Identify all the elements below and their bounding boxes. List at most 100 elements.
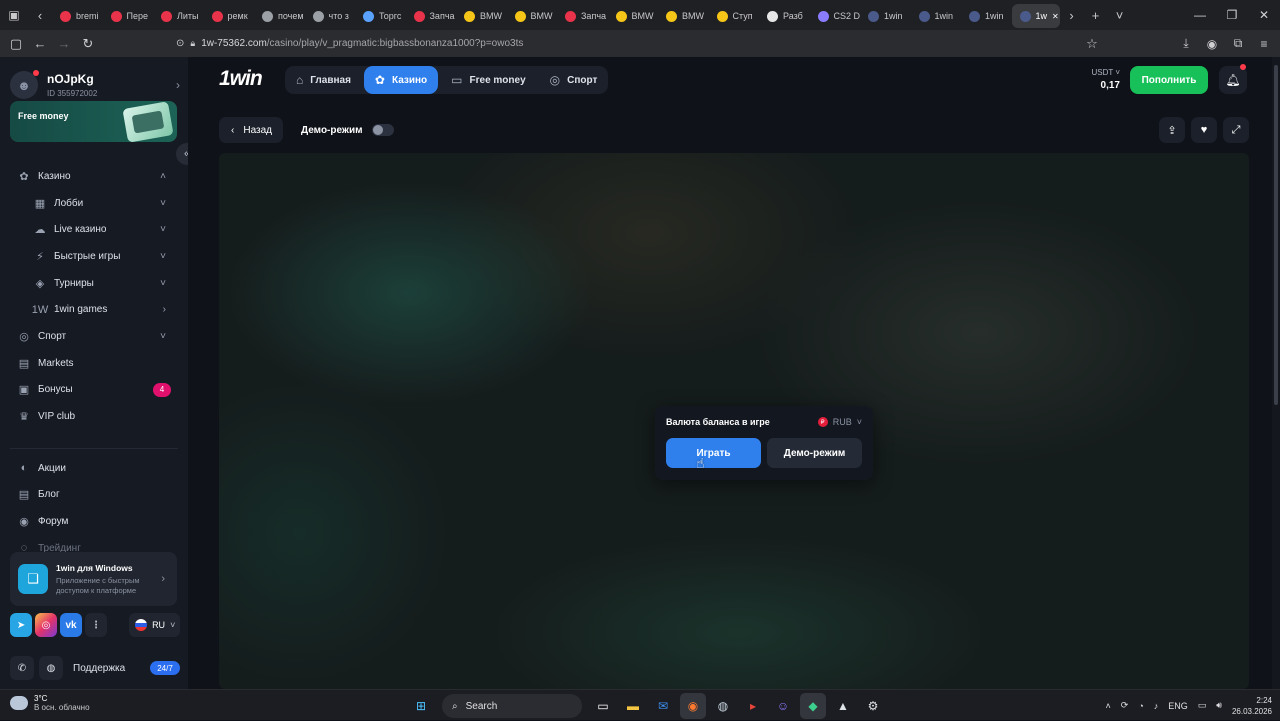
notifications-button[interactable]: 🔔︎ (1219, 64, 1247, 94)
settings-icon[interactable]: ⚙ (860, 693, 886, 719)
steam-icon[interactable]: ◍ (710, 693, 736, 719)
sidebar-toggle-icon[interactable]: ▢ (4, 30, 28, 57)
sidebar-item[interactable]: ▤ Markets (0, 350, 188, 377)
mail-icon[interactable]: ✉ (650, 693, 676, 719)
brand-logo[interactable]: 1win (219, 67, 263, 91)
browser-tab[interactable]: BMW (456, 4, 507, 28)
sidebar-item[interactable]: ✿ Казино ˄ (0, 163, 188, 190)
app-icon[interactable]: ◆ (800, 693, 826, 719)
chevron-icon[interactable]: ˅ (160, 331, 166, 342)
nav-tab[interactable]: ✿ Казино (363, 66, 439, 94)
sidebar-item[interactable]: ▦ Лобби ˅ (0, 190, 188, 217)
fullscreen-icon[interactable]: ⤢ (1223, 117, 1249, 143)
browser-tab[interactable]: 1win (961, 4, 1012, 28)
taskbar-search[interactable]: ⌕ Search (442, 694, 582, 718)
reload-icon[interactable]: ↻ (76, 30, 100, 57)
microphone-icon[interactable]: ♪ (1154, 701, 1159, 711)
tab-scroll-left-icon[interactable]: ‹ (28, 0, 52, 30)
demo-button[interactable]: Демо-режим (767, 438, 862, 468)
nav-tab[interactable]: ◎ Спорт (539, 66, 609, 94)
browser-tab[interactable]: 1w ✕ (1011, 4, 1060, 28)
browser-tab[interactable]: Торгс (355, 4, 406, 28)
nav-tab[interactable]: ⌂ Главная (285, 66, 362, 94)
browser-tab[interactable]: Пере (103, 4, 154, 28)
page-scrollbar[interactable] (1272, 57, 1280, 689)
telegram-icon[interactable]: ➤ (10, 613, 33, 637)
browser-tab[interactable]: Запча (406, 4, 457, 28)
discord-icon[interactable]: ☺ (770, 693, 796, 719)
browser-tab[interactable]: Разб (759, 4, 810, 28)
start-icon[interactable]: ⊞ (408, 693, 434, 719)
more-icon[interactable]: ⋮ (85, 613, 108, 637)
sidebar-item[interactable]: ▤ Блог (0, 482, 188, 509)
share-icon[interactable]: ⇪ (1159, 117, 1185, 143)
browser-menu-icon[interactable]: ≡ (1254, 30, 1274, 57)
weather-widget[interactable]: 3°C В осн. облачно (10, 694, 90, 712)
browser-tab[interactable]: Ступ (709, 4, 760, 28)
chevron-icon[interactable]: ˅ (160, 224, 166, 235)
tab-list-button[interactable]: ˅ (1108, 0, 1132, 30)
browser-tab[interactable]: 1win (911, 4, 962, 28)
downloads-icon[interactable]: ⤓ (1176, 30, 1196, 57)
chevron-icon[interactable]: ˅ (160, 251, 166, 262)
profile-icon[interactable]: ◉ (1202, 30, 1222, 57)
keyboard-language[interactable]: ENG (1168, 701, 1188, 711)
language-selector[interactable]: RU ˅ (129, 613, 180, 637)
wallet-balance[interactable]: USDT ˅ 0,17 (1084, 68, 1120, 91)
maximize-icon[interactable]: ❐ (1216, 0, 1248, 30)
chevron-up-icon[interactable]: ˄ (1106, 701, 1111, 711)
network-icon[interactable]: ◔ (1138, 701, 1143, 711)
free-money-banner[interactable]: Free money (10, 101, 177, 142)
game-frame[interactable]: Валюта баланса в игре ₽ RUB ˅ Играть Дем… (219, 153, 1249, 689)
phone-icon[interactable]: ✆ (10, 656, 34, 680)
support-row[interactable]: ✆ ◍ Поддержка 24/7 (10, 655, 180, 681)
currency-select[interactable]: ₽ RUB ˅ (817, 417, 862, 427)
bookmark-star-icon[interactable]: ☆ (1082, 30, 1102, 57)
terminal-icon[interactable]: ▸ (740, 693, 766, 719)
minimize-icon[interactable]: — (1184, 0, 1216, 30)
back-button[interactable]: ‹ Назад (219, 117, 283, 143)
url-field[interactable]: ⊙ 🔒︎ 1w-75362.com/casino/play/v_pragmati… (176, 33, 1106, 54)
deposit-button[interactable]: Пополнить (1130, 66, 1208, 94)
browser-tab[interactable]: BMW (658, 4, 709, 28)
sidebar-item[interactable]: ♛ VIP club (0, 403, 188, 430)
window-menu-icon[interactable]: ▣ (0, 0, 28, 30)
vpn-icon[interactable]: ▲ (830, 693, 856, 719)
browser-tab[interactable]: почем (254, 4, 305, 28)
browser-tab[interactable]: 1win (860, 4, 911, 28)
display-icon[interactable]: ▭ (1198, 700, 1207, 711)
forward-icon[interactable]: → (52, 30, 76, 57)
firefox-icon[interactable]: ◉ (680, 693, 706, 719)
site-info-icon[interactable]: ⊙ (176, 38, 184, 49)
browser-tab[interactable]: CS2 D (810, 4, 860, 28)
browser-tab[interactable]: Запча (557, 4, 608, 28)
volume-icon[interactable]: 🔊︎ (1216, 700, 1222, 711)
sidebar-item[interactable]: 1W 1win games › (0, 296, 188, 323)
file-explorer-icon[interactable]: ▬ (620, 693, 646, 719)
sync-icon[interactable]: ⟳ (1121, 700, 1129, 711)
back-icon[interactable]: ← (28, 30, 52, 57)
instagram-icon[interactable]: ◎ (35, 613, 58, 637)
sidebar-item[interactable]: ◉ Форум (0, 508, 188, 535)
browser-tab[interactable]: BMW (507, 4, 558, 28)
toggle-switch[interactable] (371, 124, 394, 136)
close-tab-icon[interactable]: ✕ (1052, 12, 1059, 21)
clock[interactable]: 2:24 26.03.2026 (1232, 695, 1272, 717)
sidebar-item[interactable]: ▣ Бонусы 4 (0, 377, 188, 404)
new-tab-button[interactable]: + (1084, 0, 1108, 30)
play-button[interactable]: Играть (666, 438, 761, 468)
extensions-icon[interactable]: ⧉ (1228, 30, 1248, 57)
browser-tab[interactable]: ремк (204, 4, 255, 28)
task-view-icon[interactable]: ▭ (590, 693, 616, 719)
chevron-icon[interactable]: › (163, 304, 166, 315)
sidebar-item[interactable]: ◎ Спорт ˅ (0, 323, 188, 350)
windows-app-card[interactable]: ❑ 1win для Windows Приложение с быстрым … (10, 552, 177, 606)
browser-tab[interactable]: Литы (153, 4, 204, 28)
demo-mode-toggle[interactable]: Демо-режим (301, 117, 394, 143)
favorite-heart-icon[interactable]: ♥ (1191, 117, 1217, 143)
browser-tab[interactable]: что з (305, 4, 356, 28)
browser-tab[interactable]: bremi (52, 4, 103, 28)
chat-icon[interactable]: ◍ (39, 656, 63, 680)
browser-tab[interactable]: BMW (608, 4, 659, 28)
sidebar-item[interactable]: ◈ Турниры ˅ (0, 270, 188, 297)
